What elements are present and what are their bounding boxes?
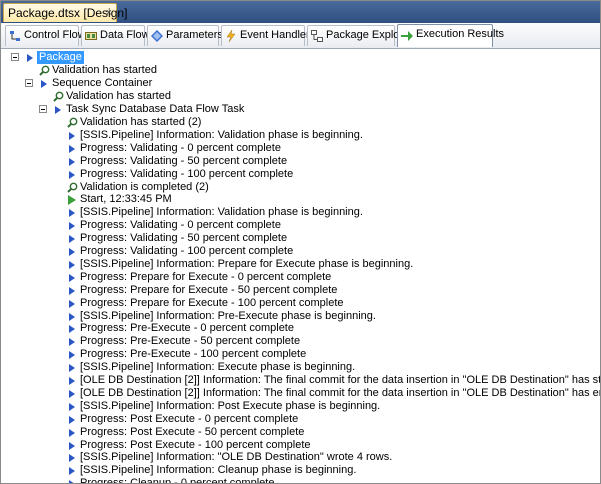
info-arrow-icon <box>67 336 78 347</box>
message-text: Progress: Prepare for Execute - 0 percen… <box>80 270 332 283</box>
tab-data-flow[interactable]: Data Flow <box>81 25 150 46</box>
message-text: Progress: Validating - 50 percent comple… <box>80 232 288 245</box>
message-text: [OLE DB Destination [2]] Information: Th… <box>80 386 600 399</box>
info-arrow-icon <box>67 246 78 257</box>
document-tab-strip: Package.dtsx [Design] × <box>1 1 600 23</box>
collapse-toggle-package[interactable] <box>11 53 19 61</box>
info-arrow-icon <box>67 130 78 141</box>
tab-package-explorer[interactable]: Package Explorer <box>307 25 413 46</box>
message-text: Progress: Validating - 100 percent compl… <box>80 245 294 257</box>
info-arrow-icon <box>67 298 78 309</box>
message-text: Progress: Validating - 0 percent complet… <box>80 141 281 154</box>
message-text: [SSIS.Pipeline] Information: Execute pha… <box>80 361 356 374</box>
message-text: Progress: Validating - 100 percent compl… <box>80 167 294 180</box>
info-arrow-icon <box>67 207 78 218</box>
info-arrow-icon <box>67 311 78 322</box>
info-arrow-icon <box>67 452 78 463</box>
execution-results-tree[interactable]: Package Validation has started Sequence … <box>1 49 600 483</box>
message-text: Progress: Cleanup - 0 percent complete <box>80 477 274 483</box>
tab-label: Execution Results <box>416 28 505 40</box>
message-text: Validation is completed (2) <box>80 180 209 193</box>
message-text: [SSIS.Pipeline] Information: Validation … <box>80 128 363 141</box>
info-arrow-icon <box>67 143 78 154</box>
data-flow-icon <box>85 32 97 40</box>
node-label: Validation has started <box>52 64 157 76</box>
node-label: Task Sync Database Data Flow Task <box>66 103 245 115</box>
message-text: Progress: Prepare for Execute - 100 perc… <box>80 296 344 309</box>
message-text: Progress: Pre-Execute - 50 percent compl… <box>80 335 301 348</box>
collapse-toggle-task[interactable] <box>39 105 47 113</box>
magnifier-icon <box>67 117 78 128</box>
message-text: Validation has started (2) <box>80 116 202 128</box>
info-arrow-icon <box>67 169 78 180</box>
tab-label: Event Handlers <box>240 29 316 41</box>
parameters-icon <box>151 30 163 42</box>
play-arrow-icon <box>25 52 36 63</box>
info-arrow-icon <box>67 259 78 270</box>
info-arrow-icon <box>67 156 78 167</box>
info-arrow-icon <box>67 272 78 283</box>
message-text: Progress: Prepare for Execute - 50 perce… <box>80 283 338 296</box>
info-arrow-icon <box>67 465 78 476</box>
tab-event-handlers[interactable]: Event Handlers <box>221 25 315 46</box>
close-icon[interactable]: × <box>106 4 112 22</box>
info-arrow-icon <box>67 388 78 399</box>
tab-parameters[interactable]: Parameters <box>147 25 223 46</box>
tab-label: Data Flow <box>100 29 150 41</box>
message-text: [OLE DB Destination [2]] Information: Th… <box>80 374 600 386</box>
info-arrow-icon <box>67 414 78 425</box>
designer-tabbar: Control Flow Data Flow Parameters Event … <box>1 23 600 49</box>
info-arrow-icon <box>67 427 78 438</box>
node-label: Package <box>37 51 84 64</box>
magnifier-icon <box>67 182 78 193</box>
event-handlers-icon <box>226 30 236 42</box>
magnifier-icon <box>53 91 64 102</box>
package-explorer-icon <box>311 30 323 42</box>
message-text: [SSIS.Pipeline] Information: Pre-Execute… <box>80 309 376 322</box>
message-text: [SSIS.Pipeline] Information: Validation … <box>80 206 363 219</box>
message-text: [SSIS.Pipeline] Information: Post Execut… <box>80 399 381 412</box>
info-arrow-icon <box>67 478 78 483</box>
message-text: [SSIS.Pipeline] Information: Prepare for… <box>80 257 414 270</box>
message-text: Progress: Pre-Execute - 0 percent comple… <box>80 322 294 335</box>
designer-window: Package.dtsx [Design] × Control Flow Dat… <box>0 0 601 484</box>
message-text: [SSIS.Pipeline] Information: "OLE DB Des… <box>80 451 393 464</box>
info-arrow-icon <box>67 323 78 334</box>
message-text: Progress: Validating - 0 percent complet… <box>80 219 281 232</box>
info-arrow-icon <box>67 362 78 373</box>
document-tab-package[interactable]: Package.dtsx [Design] × <box>3 3 127 22</box>
message-text: Progress: Post Execute - 50 percent comp… <box>80 425 305 438</box>
info-arrow-icon <box>67 401 78 412</box>
execution-results-icon <box>401 31 413 41</box>
collapse-toggle-sequence-container[interactable] <box>25 79 33 87</box>
info-arrow-icon <box>67 233 78 244</box>
info-arrow-icon <box>67 375 78 386</box>
message-text: [SSIS.Pipeline] Information: Cleanup pha… <box>80 464 357 477</box>
info-arrow-icon <box>67 440 78 451</box>
tab-label: Control Flow <box>24 29 86 41</box>
magnifier-icon <box>39 65 50 76</box>
play-arrow-icon <box>39 78 50 89</box>
message-text: Start, 12:33:45 PM <box>80 193 172 206</box>
control-flow-icon <box>10 31 20 41</box>
message-text: Progress: Post Execute - 100 percent com… <box>80 438 311 451</box>
node-label: Validation has started <box>66 90 171 102</box>
start-arrow-icon <box>67 194 78 206</box>
info-arrow-icon <box>67 285 78 296</box>
info-arrow-icon <box>67 220 78 231</box>
tab-control-flow[interactable]: Control Flow <box>5 25 86 46</box>
message-text: Progress: Pre-Execute - 100 percent comp… <box>80 348 307 361</box>
node-label: Sequence Container <box>52 77 153 89</box>
play-arrow-icon <box>53 104 64 115</box>
tab-label: Parameters <box>166 29 223 41</box>
message-text: Progress: Validating - 50 percent comple… <box>80 154 288 167</box>
message-text: Progress: Post Execute - 0 percent compl… <box>80 412 299 425</box>
tab-execution-results[interactable]: Execution Results <box>397 24 504 47</box>
info-arrow-icon <box>67 349 78 360</box>
